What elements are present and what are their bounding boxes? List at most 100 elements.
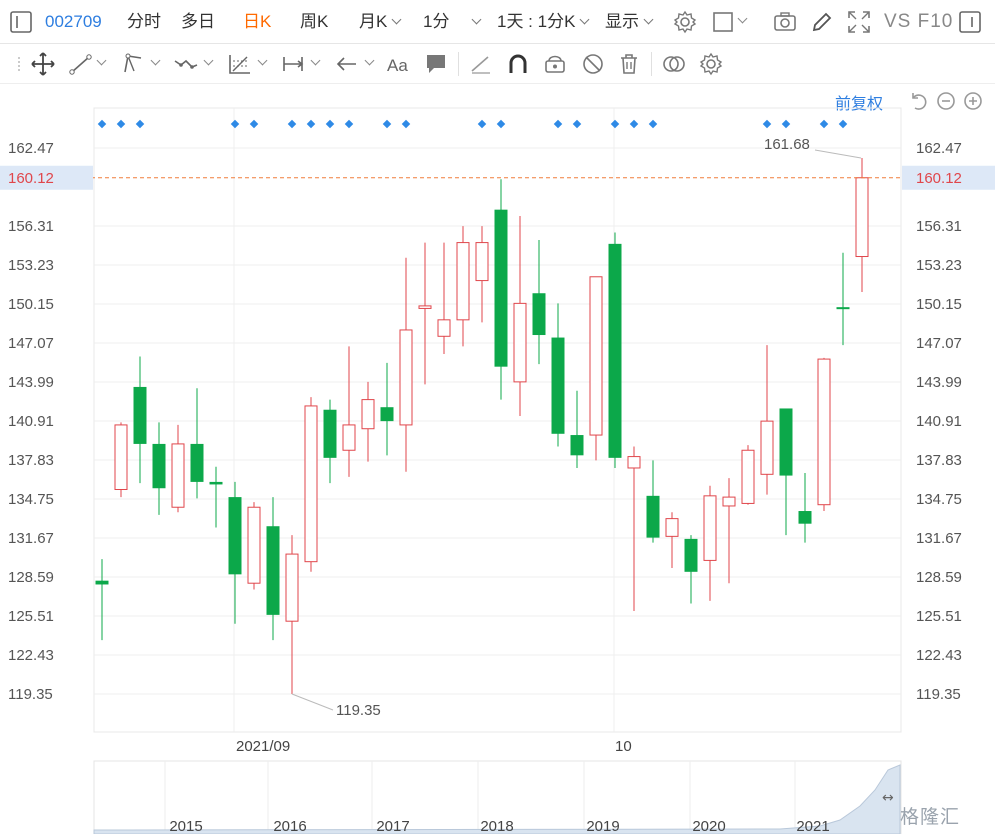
y-tick-label-right: 119.35 — [916, 686, 961, 703]
candle — [513, 215, 527, 417]
chevron-down-icon[interactable] — [150, 55, 161, 66]
navigator-year-label: 2018 — [480, 818, 513, 834]
candlestick-chart[interactable]: 162.47 162.47 156.31 156.31 153.23 153.23 150.… — [0, 84, 995, 758]
candle — [741, 445, 755, 505]
arrow-tool-icon[interactable] — [334, 51, 360, 77]
chevron-down-icon[interactable] — [203, 55, 214, 66]
chevron-down-icon[interactable] — [310, 55, 321, 66]
candle — [304, 397, 318, 572]
candle-body — [608, 243, 622, 458]
vs-f10-label[interactable]: VS F10 — [884, 0, 953, 44]
tab-weekly-k[interactable]: 周K — [300, 0, 328, 44]
candle-body — [855, 177, 869, 258]
candle — [171, 424, 185, 513]
tab-intraday[interactable]: 分时 — [127, 0, 161, 44]
event-marker — [838, 119, 848, 129]
range-navigator[interactable]: 2015 2016 2017 2018 2019 2020 2021 ↔ — [0, 758, 995, 834]
candle — [703, 485, 717, 601]
sidebar-toggle-icon[interactable] — [8, 9, 34, 35]
candle — [665, 512, 679, 569]
fullscreen-icon[interactable] — [846, 9, 872, 35]
candle-body — [665, 518, 679, 537]
event-marker — [496, 119, 506, 129]
candle-body — [228, 497, 242, 575]
y-tick-label-left: 140.91 — [8, 413, 54, 430]
tab-monthly-k[interactable]: 月K — [359, 0, 402, 44]
high-annotation-label: 161.68 — [764, 136, 810, 153]
y-tick-label-left: 137.83 — [8, 452, 54, 469]
chevron-down-icon[interactable] — [257, 55, 268, 66]
tab-daily-k[interactable]: 日K — [243, 0, 271, 44]
measure-tool-icon[interactable] — [280, 51, 306, 77]
y-tick-label-right: 162.47 — [916, 140, 962, 157]
candle-body — [171, 443, 185, 508]
fib-tool-icon[interactable] — [227, 51, 253, 77]
stock-code[interactable]: 002709 — [45, 0, 102, 44]
candle — [266, 497, 280, 641]
candle-body — [494, 209, 508, 367]
display-select[interactable]: 显示 — [605, 0, 654, 44]
compare-icon[interactable] — [661, 51, 687, 77]
move-icon[interactable] — [30, 51, 56, 77]
event-marker — [97, 119, 107, 129]
chevron-down-icon — [579, 14, 590, 25]
candle-body — [779, 408, 793, 476]
y-tick-label-left: 119.35 — [8, 686, 53, 703]
lock-drawings-icon[interactable] — [542, 51, 568, 77]
line-tool-icon[interactable] — [68, 51, 94, 77]
navigator-year-label: 2021 — [796, 818, 829, 834]
panel-toggle-icon[interactable] — [957, 9, 983, 35]
candle-body — [513, 302, 527, 383]
candle-body — [266, 526, 280, 615]
candle-body — [836, 307, 850, 310]
minute-select[interactable]: 1分 — [423, 0, 482, 44]
candle — [836, 252, 850, 346]
chevron-down-icon[interactable] — [96, 55, 107, 66]
settings-icon[interactable] — [672, 9, 698, 35]
candle — [475, 226, 489, 323]
hide-drawings-icon[interactable] — [580, 51, 606, 77]
chevron-down-icon[interactable] — [737, 13, 748, 24]
magnet-icon[interactable] — [505, 51, 531, 77]
event-marker — [382, 119, 392, 129]
y-tick-label-left: 147.07 — [8, 335, 54, 352]
pencil-icon[interactable] — [809, 9, 835, 35]
period-select[interactable]: 1天 : 1分K — [497, 0, 590, 44]
drag-handle-icon[interactable] — [8, 51, 20, 77]
trash-icon[interactable] — [616, 51, 642, 77]
text-tool-icon[interactable]: Aa — [386, 51, 412, 77]
y-tick-label-left: 125.51 — [8, 608, 54, 625]
tab-multiday[interactable]: 多日 — [181, 0, 215, 44]
candle-body — [190, 443, 204, 482]
current-price-label-right: 160.12 — [916, 170, 962, 187]
toolbar-divider — [458, 52, 459, 76]
candle — [437, 242, 451, 355]
y-tick-label-right: 150.15 — [916, 296, 962, 313]
comment-tool-icon[interactable] — [423, 51, 449, 77]
navigator-year-label: 2015 — [169, 818, 202, 834]
candle-body — [627, 456, 641, 469]
navigator-year-label: 2017 — [376, 818, 409, 834]
y-tick-label-left: 131.67 — [8, 530, 54, 547]
chart-settings-icon[interactable] — [698, 51, 724, 77]
y-tick-label-left: 128.59 — [8, 569, 54, 586]
y-tick-label-right: 128.59 — [916, 569, 962, 586]
checkbox-icon[interactable] — [711, 9, 737, 35]
candle — [95, 559, 109, 641]
ruler-tool-icon[interactable] — [468, 51, 494, 77]
camera-icon[interactable] — [772, 9, 798, 35]
wave-tool-icon[interactable] — [173, 51, 199, 77]
chevron-down-icon[interactable] — [364, 55, 375, 66]
candle-body — [798, 511, 812, 524]
x-tick-label: 2021/09 — [236, 738, 290, 755]
candle — [570, 390, 584, 468]
candle — [779, 408, 793, 536]
event-marker — [401, 119, 411, 129]
high-annotation-leader — [814, 149, 862, 159]
candle — [285, 535, 299, 694]
polyline-tool-icon[interactable] — [120, 51, 146, 77]
event-marker — [344, 119, 354, 129]
candle — [817, 357, 831, 512]
low-annotation-label: 119.35 — [336, 702, 381, 719]
x-tick-label: 10 — [615, 738, 632, 755]
